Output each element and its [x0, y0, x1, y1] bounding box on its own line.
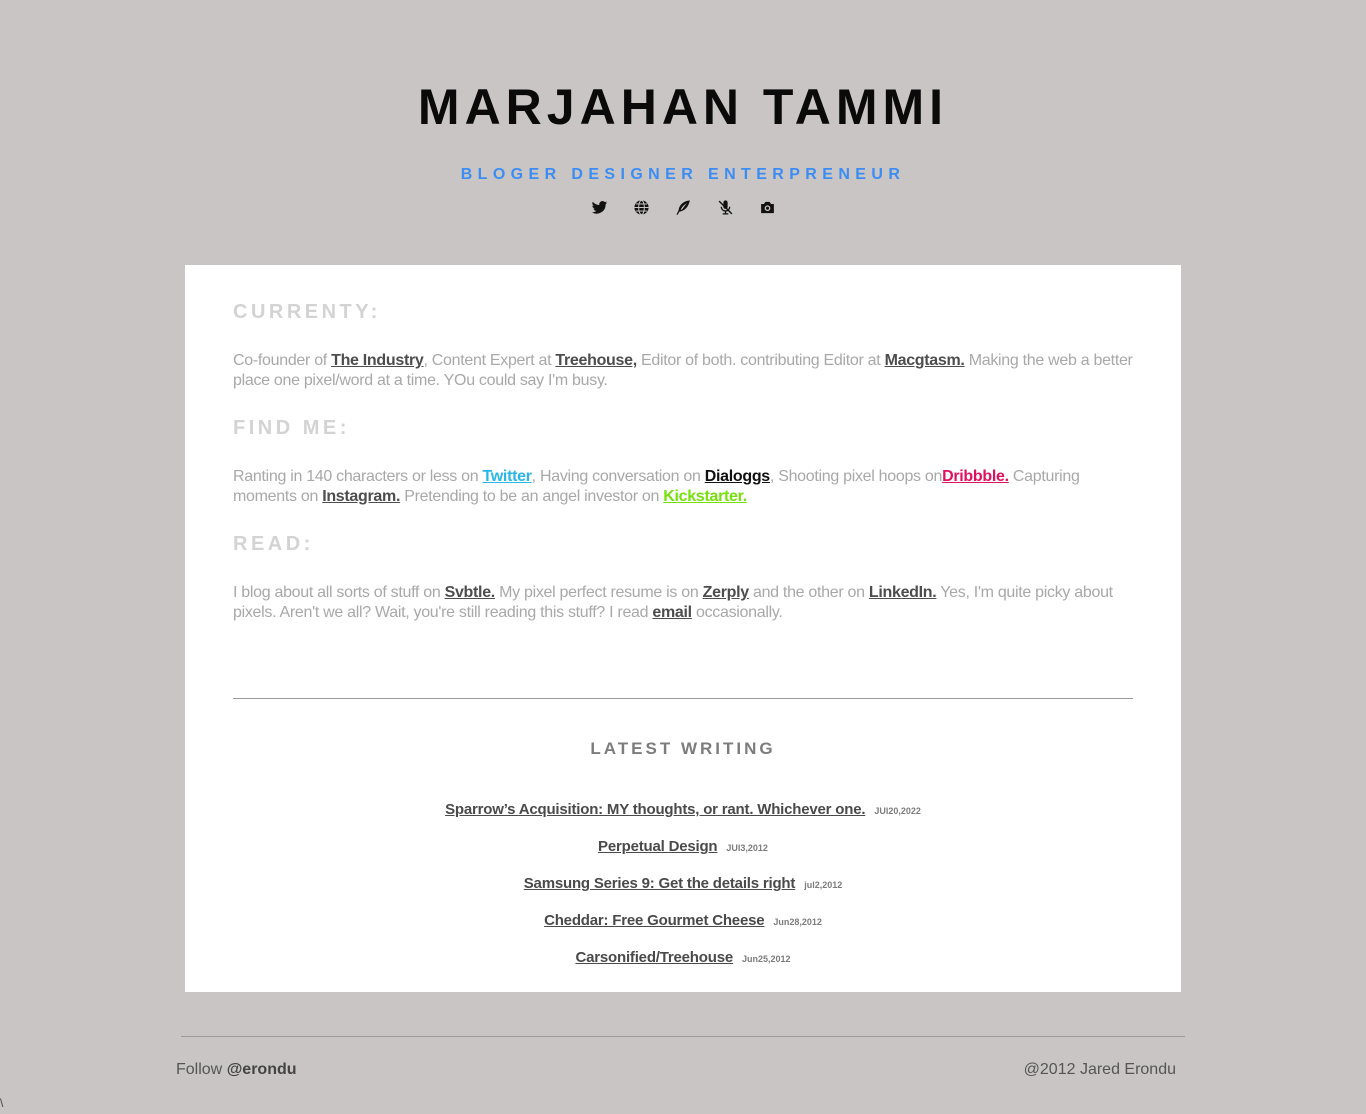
twitter-link[interactable]: Twitter	[483, 468, 532, 485]
post-date: Jun25,2012	[741, 954, 791, 964]
post-date: JUl20,2022	[874, 806, 921, 816]
post-link[interactable]: Samsung Series 9: Get the details right	[524, 875, 796, 892]
linkedin-link[interactable]: LinkedIn.	[869, 584, 937, 601]
footer-divider	[181, 1036, 1185, 1037]
footer-follow: Follow @erondu	[176, 1061, 297, 1078]
post-date: jul2,2012	[804, 880, 843, 890]
tagline: BLOGER DESIGNER ENTERPRENEUR	[460, 166, 906, 183]
find-me-paragraph: Ranting in 140 characters or less on Twi…	[233, 468, 1080, 505]
kickstarter-link[interactable]: Kickstarter.	[663, 488, 747, 505]
treehouse-link[interactable]: Treehouse,	[555, 352, 637, 369]
list-item: Perpetual Design JUl3,2012	[185, 838, 1181, 875]
camera-icon[interactable]	[756, 196, 778, 218]
corner-mark: \	[0, 1096, 4, 1110]
globe-icon[interactable]	[630, 196, 652, 218]
zerply-link[interactable]: Zerply	[703, 584, 750, 601]
find-me-heading: FIND ME:	[233, 417, 350, 439]
dribbble-link[interactable]: Dribbble.	[942, 468, 1009, 485]
read-paragraph: I blog about all sorts of stuff on Svbtl…	[233, 584, 1113, 621]
post-link[interactable]: Cheddar: Free Gourmet Cheese	[544, 912, 764, 929]
post-list: Sparrow’s Acquisition: MY thoughts, or r…	[185, 801, 1181, 986]
dialoggs-link[interactable]: Dialoggs	[705, 468, 770, 485]
currently-heading: CURRENTY:	[233, 301, 381, 323]
macgtasm-link[interactable]: Macgtasm.	[885, 352, 965, 369]
read-heading: READ:	[233, 533, 314, 555]
footer-copyright: @2012 Jared Erondu	[1023, 1061, 1176, 1078]
list-item: Carsonified/Treehouse Jun25,2012	[185, 949, 1181, 986]
post-link[interactable]: Sparrow’s Acquisition: MY thoughts, or r…	[445, 801, 865, 818]
post-link[interactable]: Carsonified/Treehouse	[575, 949, 733, 966]
microphone-off-icon[interactable]	[714, 196, 736, 218]
latest-writing-heading: LATEST WRITING	[590, 739, 776, 758]
post-link[interactable]: Perpetual Design	[598, 838, 718, 855]
social-icons	[0, 196, 1366, 218]
email-link[interactable]: email	[652, 604, 692, 621]
feather-icon[interactable]	[672, 196, 694, 218]
site-title: MARJAHAN TAMMI	[417, 79, 949, 135]
instagram-link[interactable]: Instagram.	[322, 488, 400, 505]
post-date: Jun28,2012	[773, 917, 822, 927]
the-industry-link[interactable]: The Industry	[331, 352, 424, 369]
follow-handle-link[interactable]: @erondu	[227, 1061, 297, 1078]
twitter-icon[interactable]	[588, 196, 610, 218]
list-item: Samsung Series 9: Get the details right j…	[185, 875, 1181, 912]
svbtle-link[interactable]: Svbtle.	[445, 584, 496, 601]
list-item: Sparrow’s Acquisition: MY thoughts, or r…	[185, 801, 1181, 838]
section-divider	[233, 698, 1133, 699]
currently-paragraph: Co-founder of The Industry, Content Expe…	[233, 352, 1133, 389]
list-item: Cheddar: Free Gourmet Cheese Jun28,2012	[185, 912, 1181, 949]
content-card: CURRENTY: Co-founder of The Industry, Co…	[185, 265, 1181, 992]
post-date: JUl3,2012	[726, 843, 768, 853]
